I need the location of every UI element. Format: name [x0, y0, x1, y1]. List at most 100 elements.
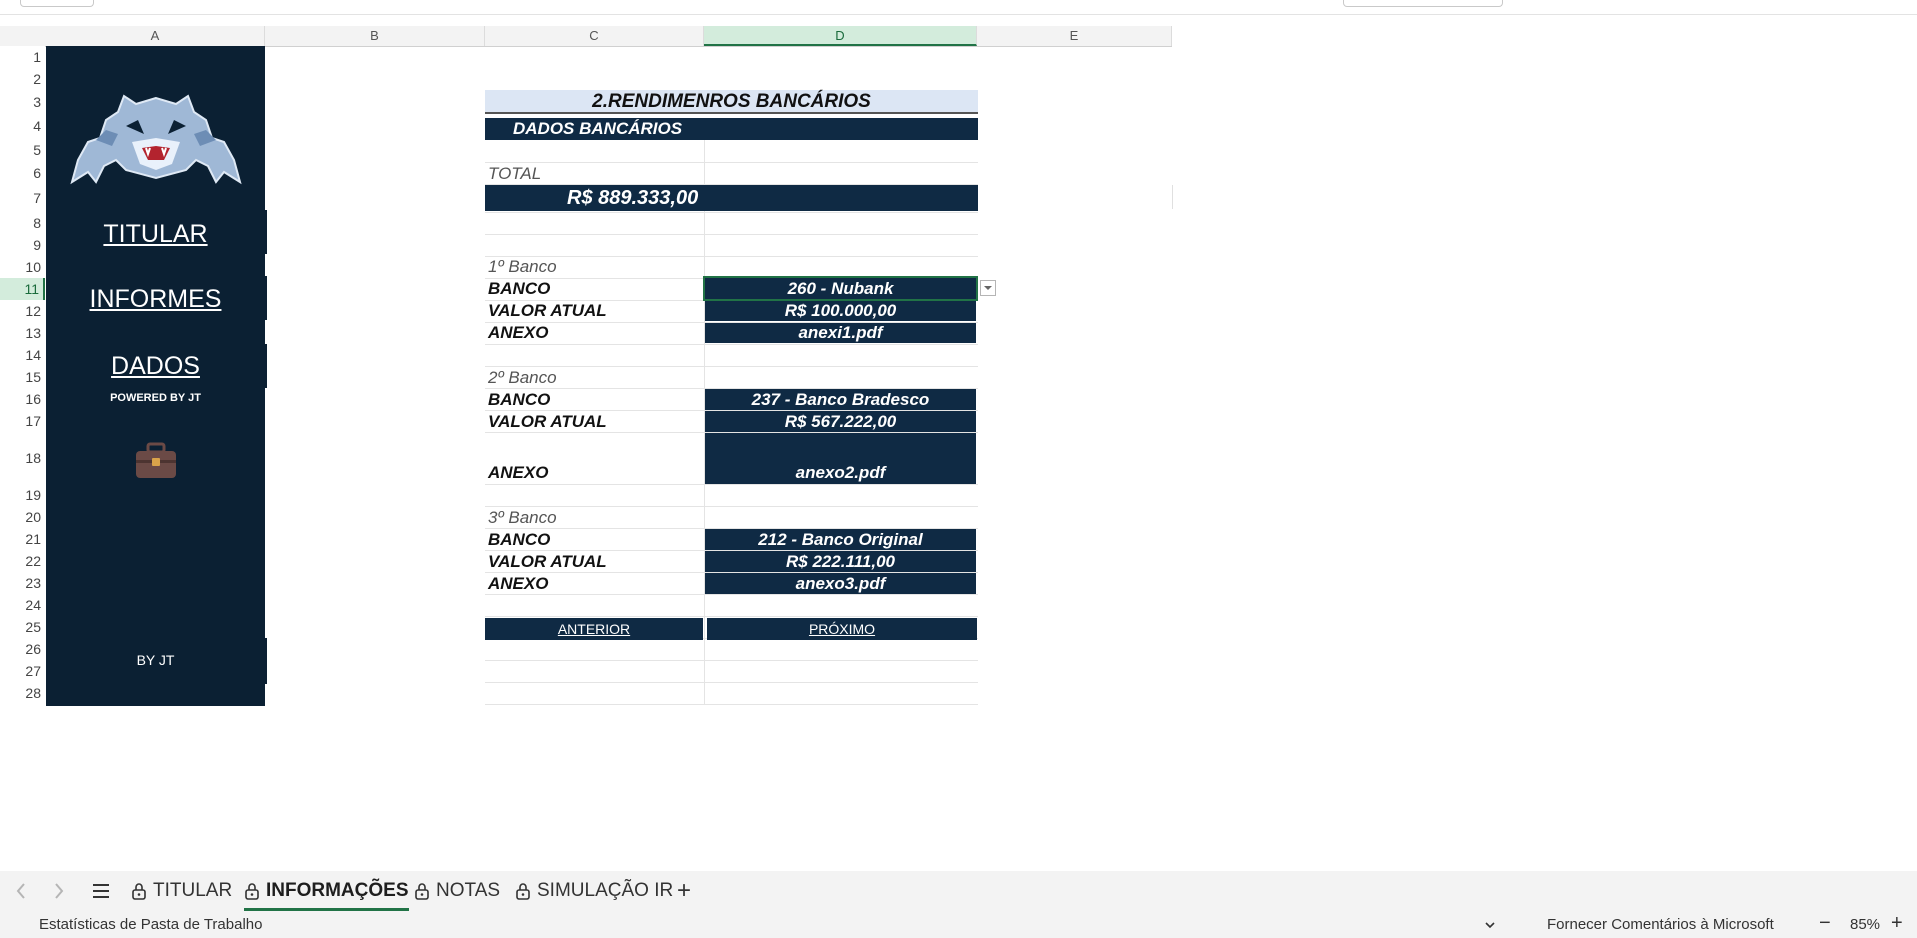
- lock-icon: [132, 883, 146, 900]
- powered-by-label: POWERED BY JT: [110, 392, 201, 404]
- add-sheet-button[interactable]: +: [677, 871, 691, 911]
- row-header[interactable]: 23: [0, 572, 45, 594]
- briefcase-icon[interactable]: [134, 442, 178, 480]
- row-header[interactable]: 4: [0, 114, 45, 138]
- sidebar-link-informes[interactable]: INFORMES: [46, 285, 265, 314]
- row-header[interactable]: 9: [0, 234, 45, 256]
- row-header[interactable]: 17: [0, 410, 45, 432]
- row-header[interactable]: 14: [0, 344, 45, 366]
- tab-label: TITULAR: [153, 880, 233, 901]
- row-header[interactable]: 22: [0, 550, 45, 572]
- banco-label: BANCO: [488, 390, 551, 409]
- banco-select[interactable]: 260 - Nubank: [703, 276, 978, 301]
- row-header[interactable]: 11: [0, 278, 45, 300]
- tiger-logo: [70, 94, 242, 185]
- banco-label: BANCO: [488, 530, 551, 549]
- row-header[interactable]: 26: [0, 638, 45, 660]
- row-header[interactable]: 18: [0, 432, 45, 484]
- tab-titular[interactable]: TITULAR: [131, 871, 232, 911]
- total-value: R$ 889.333,00: [485, 185, 978, 211]
- by-jt-label: BY JT: [136, 652, 175, 668]
- workbook-statistics[interactable]: Estatísticas de Pasta de Trabalho: [39, 911, 262, 938]
- sheet-title: 2.RENDIMENROS BANCÁRIOS: [485, 90, 978, 114]
- tab-label: NOTAS: [436, 880, 501, 901]
- row-header[interactable]: 6: [0, 162, 45, 184]
- chevron-right-icon: [55, 883, 64, 899]
- bank-heading: 2º Banco: [488, 368, 557, 387]
- total-label: TOTAL: [488, 164, 542, 183]
- tab-label: SIMULAÇÃO IR: [537, 880, 674, 901]
- row-header[interactable]: 8: [0, 212, 45, 234]
- column-header-e[interactable]: E: [977, 26, 1172, 46]
- sidebar-panel: TITULAR INFORMES DADOS POWERED BY JT BY …: [46, 46, 265, 706]
- zoom-in-button[interactable]: +: [1891, 911, 1903, 936]
- dropdown-button[interactable]: [980, 280, 996, 296]
- zoom-level[interactable]: 85%: [1850, 911, 1880, 938]
- banco-label: BANCO: [488, 279, 551, 298]
- row-header[interactable]: 28: [0, 682, 45, 704]
- row-header[interactable]: 19: [0, 484, 45, 506]
- sidebar-link-dados[interactable]: DADOS: [46, 352, 265, 381]
- tab-informacoes[interactable]: INFORMAÇÕES: [244, 871, 409, 911]
- valor-value[interactable]: R$ 100.000,00: [705, 301, 976, 321]
- anexo-label: ANEXO: [488, 323, 549, 342]
- next-sheet-button[interactable]: [52, 871, 66, 911]
- feedback-link[interactable]: Fornecer Comentários à Microsoft: [1547, 911, 1774, 938]
- anexo-link[interactable]: anexo3.pdf: [705, 573, 976, 594]
- row-header[interactable]: 24: [0, 594, 45, 616]
- banco-select[interactable]: 212 - Banco Original: [705, 529, 976, 550]
- row-header[interactable]: 7: [0, 184, 45, 212]
- row-header[interactable]: 10: [0, 256, 45, 278]
- row-header[interactable]: 27: [0, 660, 45, 682]
- lock-icon: [245, 883, 259, 900]
- tab-notas[interactable]: NOTAS: [414, 871, 500, 911]
- section-header: DADOS BANCÁRIOS: [485, 118, 978, 140]
- row-header[interactable]: 2: [0, 68, 45, 90]
- all-sheets-button[interactable]: [92, 871, 110, 911]
- row-header[interactable]: 20: [0, 506, 45, 528]
- column-header-b[interactable]: B: [265, 26, 485, 46]
- lock-icon: [516, 883, 530, 900]
- bank-heading: 1º Banco: [488, 257, 557, 276]
- name-box[interactable]: [20, 0, 94, 7]
- column-header-d[interactable]: D: [704, 26, 977, 46]
- column-header-c[interactable]: C: [485, 26, 704, 46]
- status-bar: Estatísticas de Pasta de Trabalho Fornec…: [0, 911, 1917, 938]
- toolbar-remnant: [0, 0, 1917, 15]
- anterior-button[interactable]: ANTERIOR: [485, 618, 703, 640]
- toolbar-field[interactable]: [1343, 0, 1503, 7]
- sidebar-tab-edge: [265, 276, 267, 320]
- anexo-link[interactable]: anexi1.pdf: [705, 323, 976, 343]
- bank-heading: 3º Banco: [488, 508, 557, 527]
- column-header-a[interactable]: A: [46, 26, 265, 46]
- tab-simulacao-ir[interactable]: SIMULAÇÃO IR: [515, 871, 673, 911]
- sheet-edge: [1172, 185, 1173, 209]
- sheet-tab-bar: TITULAR INFORMAÇÕES NOTAS SIMULAÇÃO IR +: [0, 871, 1917, 911]
- column-header: A B C D E: [0, 26, 1172, 47]
- row-header[interactable]: 1: [0, 46, 45, 68]
- sidebar-tab-edge: [265, 210, 267, 254]
- row-header[interactable]: 13: [0, 322, 45, 344]
- prev-sheet-button[interactable]: [14, 871, 28, 911]
- zoom-out-button[interactable]: −: [1819, 911, 1831, 936]
- row-header[interactable]: 12: [0, 300, 45, 322]
- valor-label: VALOR ATUAL: [488, 301, 607, 320]
- valor-value[interactable]: R$ 222.111,00: [705, 551, 976, 572]
- chevron-down-icon: [984, 286, 992, 290]
- chevron-down-icon[interactable]: [1484, 919, 1496, 931]
- valor-value[interactable]: R$ 567.222,00: [705, 411, 976, 432]
- proximo-button[interactable]: PRÓXIMO: [707, 618, 977, 640]
- anexo-label: ANEXO: [488, 574, 549, 593]
- anexo-label: ANEXO: [488, 463, 549, 482]
- anexo-link[interactable]: anexo2.pdf: [705, 433, 976, 484]
- lock-icon: [415, 883, 429, 900]
- sidebar-link-titular[interactable]: TITULAR: [46, 220, 265, 249]
- row-header[interactable]: 25: [0, 616, 45, 638]
- row-header[interactable]: 15: [0, 366, 45, 388]
- row-header[interactable]: 5: [0, 138, 45, 162]
- row-header[interactable]: 3: [0, 90, 45, 114]
- row-header[interactable]: 16: [0, 388, 45, 410]
- row-header[interactable]: 21: [0, 528, 45, 550]
- banco-select[interactable]: 237 - Banco Bradesco: [705, 389, 976, 410]
- valor-label: VALOR ATUAL: [488, 412, 607, 431]
